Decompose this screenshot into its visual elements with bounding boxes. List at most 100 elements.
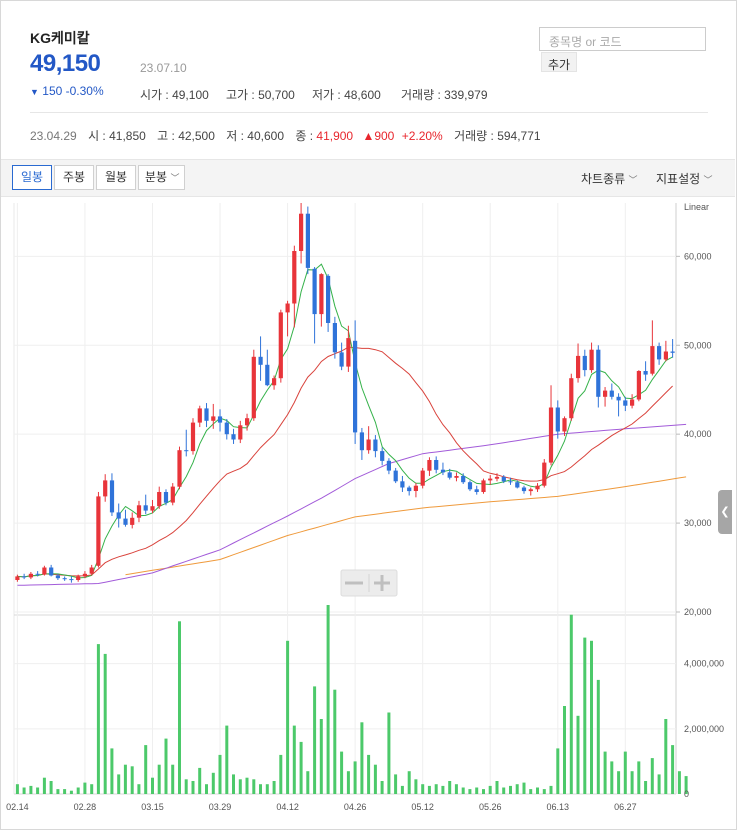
candle-body	[211, 416, 216, 421]
volume-bar	[56, 789, 60, 794]
volume-bar	[373, 764, 377, 794]
candle-body	[494, 476, 500, 479]
candle	[623, 396, 628, 412]
candle	[62, 576, 67, 581]
candle	[197, 405, 202, 428]
candle-body	[663, 351, 668, 360]
candle	[373, 435, 378, 458]
price-tick-label: 60,000	[684, 251, 712, 261]
volume-bar	[340, 751, 344, 794]
candle-body	[393, 470, 398, 482]
candle	[265, 349, 270, 387]
candle	[589, 342, 594, 373]
volume-bar	[123, 764, 127, 794]
volume-bar	[441, 785, 445, 794]
candle-body	[488, 478, 493, 481]
candle	[319, 273, 324, 327]
candle-body	[353, 340, 358, 433]
candle	[569, 373, 574, 421]
candle-body	[589, 349, 594, 371]
volume-bar	[313, 686, 317, 794]
candle	[548, 385, 554, 466]
x-tick-label: 04.12	[276, 802, 299, 812]
price-tick-label: 20,000	[684, 607, 712, 617]
candle	[339, 342, 344, 371]
ma5-line	[17, 263, 673, 579]
stock-chart[interactable]: 02.14 02.28 03.15 03.29 04.12 04.26 05.12 05.26…	[0, 0, 737, 830]
volume-bar	[252, 779, 256, 794]
candle	[521, 485, 527, 494]
candle-body	[623, 400, 628, 406]
candle	[258, 336, 263, 381]
volume-bar	[76, 787, 80, 794]
candle	[481, 478, 486, 494]
volume-bar	[664, 719, 668, 794]
volume-bar	[171, 764, 175, 794]
candle	[386, 458, 391, 475]
candle	[434, 456, 439, 474]
candle-body	[184, 450, 189, 452]
candle	[96, 491, 101, 568]
candle-body	[616, 396, 621, 401]
candle	[650, 320, 655, 376]
volume-bar	[286, 640, 290, 794]
candle-body	[15, 576, 20, 580]
volume-bar	[353, 761, 357, 794]
candle-body	[177, 450, 182, 487]
volume-bars	[15, 605, 688, 794]
x-tick-label: 05.12	[411, 802, 434, 812]
candle	[312, 267, 317, 344]
volume-bar	[630, 771, 634, 794]
x-tick-label: 02.14	[6, 802, 29, 812]
volume-bar	[211, 772, 215, 794]
volume-bar	[671, 745, 675, 794]
volume-bar	[265, 784, 269, 794]
volume-bar	[191, 781, 195, 794]
volume-bar	[198, 767, 202, 794]
volume-bar	[556, 748, 560, 794]
candle-body	[123, 518, 128, 525]
candle	[103, 474, 108, 502]
side-panel-toggle[interactable]: ❮	[718, 490, 732, 534]
candle	[582, 349, 587, 377]
candle-body	[116, 512, 121, 519]
candle-body	[231, 434, 236, 440]
candle	[130, 512, 135, 529]
candle-body	[657, 346, 662, 360]
candle	[393, 467, 398, 484]
candle	[157, 486, 162, 509]
volume-bar	[434, 784, 438, 794]
volume-bar	[509, 785, 512, 794]
candle-body	[35, 573, 40, 575]
candle-body	[312, 268, 317, 315]
volume-bar	[427, 785, 431, 794]
candle	[359, 427, 364, 460]
volume-bar	[259, 784, 262, 794]
volume-bar	[69, 790, 73, 794]
volume-bar	[400, 785, 404, 794]
volume-bar	[583, 637, 587, 794]
candle-body	[542, 462, 547, 486]
volume-bar	[515, 784, 519, 794]
candle	[380, 447, 385, 466]
candle-body	[76, 576, 81, 580]
candle-body	[82, 573, 87, 577]
x-tick-label: 06.27	[614, 802, 637, 812]
candle	[346, 325, 351, 372]
candle-body	[515, 482, 520, 488]
candle-body	[569, 378, 574, 419]
volume-bar	[623, 751, 627, 794]
zoom-out-icon[interactable]	[345, 581, 363, 585]
candle-body	[103, 480, 108, 497]
candle-body	[136, 505, 142, 518]
candle-body	[251, 356, 256, 419]
volume-bar	[178, 621, 181, 794]
candle-body	[272, 378, 277, 386]
volume-bar	[488, 785, 492, 794]
candle	[28, 571, 33, 580]
candle	[603, 387, 608, 407]
candle-body	[440, 469, 446, 473]
candle-body	[89, 567, 94, 574]
candle-body	[555, 407, 560, 432]
ma120-line	[125, 476, 687, 576]
